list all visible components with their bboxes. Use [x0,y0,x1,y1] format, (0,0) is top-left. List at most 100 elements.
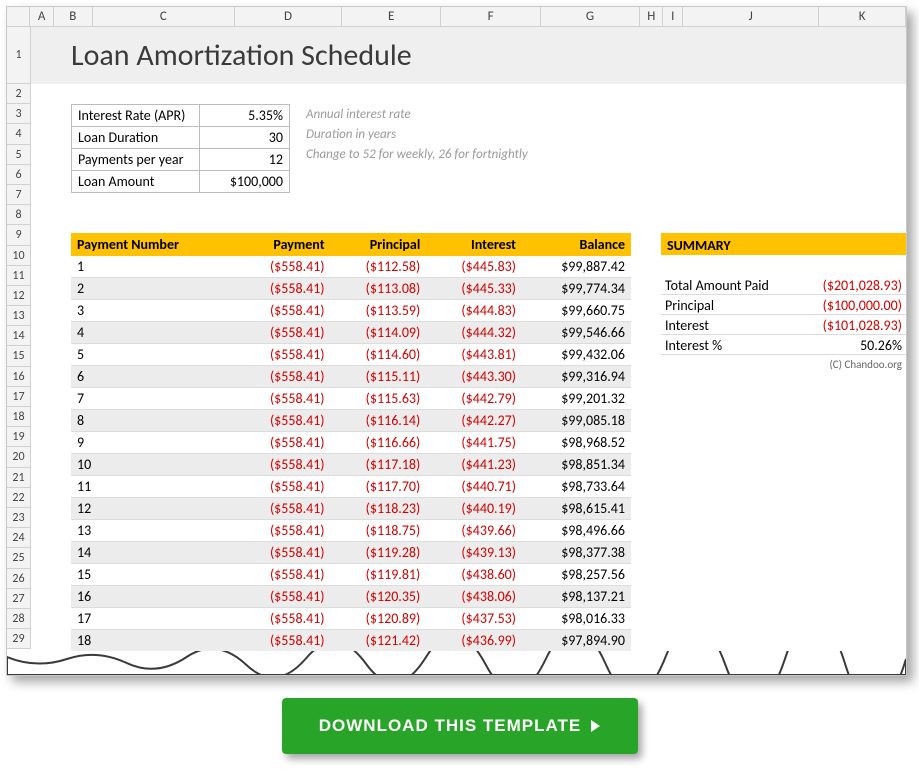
col-header-K[interactable]: K [819,7,906,26]
row-header-20[interactable]: 20 [7,447,30,467]
row-header-4[interactable]: 4 [7,124,30,144]
schedule-table: Payment NumberPaymentPrincipalInterestBa… [71,233,631,674]
row-header-1[interactable]: 1 [7,27,30,84]
table-row[interactable]: 3($558.41)($113.59)($444.83)$99,660.75 [71,300,631,322]
column-headers: ABCDEFGHIJK [7,7,906,27]
loan-inputs-notes: Annual interest rateDuration in yearsCha… [306,104,528,193]
input-note: Change to 52 for weekly, 26 for fortnigh… [306,145,528,165]
row-header-27[interactable]: 27 [7,589,30,609]
input-value[interactable]: 30 [200,127,290,149]
table-row[interactable]: 2($558.41)($113.08)($445.33)$99,774.34 [71,278,631,300]
table-row[interactable]: 18($558.41)($121.42)($436.99)$97,894.90 [71,630,631,652]
table-row[interactable]: 8($558.41)($116.14)($442.27)$99,085.18 [71,410,631,432]
col-header-J[interactable]: J [683,7,819,26]
row-header-5[interactable]: 5 [7,145,30,165]
table-row[interactable]: 12($558.41)($118.23)($440.19)$98,615.41 [71,498,631,520]
table-row[interactable]: 13($558.41)($118.75)($439.66)$98,496.66 [71,520,631,542]
sched-header-pay: Payment [235,233,331,256]
sched-header-bal: Balance [522,233,631,256]
table-row[interactable]: 17($558.41)($120.89)($437.53)$98,016.33 [71,608,631,630]
row-header-12[interactable]: 12 [7,286,30,306]
row-header-25[interactable]: 25 [7,548,30,568]
row-header-28[interactable]: 28 [7,609,30,629]
copyright: (C) Chandoo.org [661,355,906,371]
table-row[interactable]: 10($558.41)($117.18)($441.23)$98,851.34 [71,454,631,476]
row-header-8[interactable]: 8 [7,205,30,225]
row-header-18[interactable]: 18 [7,407,30,427]
row-header-6[interactable]: 6 [7,165,30,185]
table-row[interactable]: 14($558.41)($119.28)($439.13)$98,377.38 [71,542,631,564]
table-row[interactable]: 6($558.41)($115.11)($443.30)$99,316.94 [71,366,631,388]
summary-value: ($201,028.93) [823,277,902,292]
sched-header-prin: Principal [331,233,427,256]
summary-row: Total Amount Paid ($201,028.93) [661,275,906,295]
loan-inputs-table: Interest Rate (APR)5.35%Loan Duration30P… [71,104,290,193]
page-title: Loan Amortization Schedule [71,37,412,74]
schedule-table-wrap: Payment NumberPaymentPrincipalInterestBa… [71,233,631,674]
table-row[interactable]: 1($558.41)($112.58)($445.83)$99,887.42 [71,256,631,278]
row-header-10[interactable]: 10 [7,246,30,266]
input-label: Loan Duration [72,127,200,149]
summary-label: Interest [665,317,709,332]
table-row[interactable]: 5($558.41)($114.60)($443.81)$99,432.06 [71,344,631,366]
col-header-E[interactable]: E [342,7,441,26]
col-header-G[interactable]: G [541,7,640,26]
table-row[interactable]: 15($558.41)($119.81)($438.60)$98,257.56 [71,564,631,586]
row-header-19[interactable]: 19 [7,427,30,447]
table-row[interactable]: 9($558.41)($116.66)($441.75)$98,968.52 [71,432,631,454]
download-template-button[interactable]: DOWNLOAD THIS TEMPLATE [282,698,638,754]
chevron-right-icon [591,720,600,732]
row-header-29[interactable]: 29 [7,629,30,649]
row-header-9[interactable]: 9 [7,225,30,245]
row-header-7[interactable]: 7 [7,185,30,205]
input-value[interactable]: 12 [200,149,290,171]
row-headers: 1234567891011121314151617181920212223242… [7,27,31,649]
row-header-26[interactable]: 26 [7,569,30,589]
input-value[interactable]: 5.35% [200,105,290,127]
row-header-17[interactable]: 17 [7,387,30,407]
summary-label: Total Amount Paid [665,277,769,292]
summary-header: SUMMARY [661,233,906,255]
summary-value: ($101,028.93) [823,317,902,332]
summary-value: 50.26% [860,337,902,352]
summary-label: Interest % [665,337,722,352]
col-header-B[interactable]: B [54,7,93,26]
input-label: Interest Rate (APR) [72,105,200,127]
row-header-13[interactable]: 13 [7,306,30,326]
table-row[interactable]: 7($558.41)($115.63)($442.79)$99,201.32 [71,388,631,410]
title-band: Loan Amortization Schedule [31,27,906,84]
row-header-24[interactable]: 24 [7,528,30,548]
torn-edge [7,651,906,675]
summary-panel: SUMMARY Total Amount Paid ($201,028.93) Pr… [661,233,906,674]
summary-row: Principal ($100,000.00) [661,295,906,315]
input-label: Loan Amount [72,171,200,193]
input-note: Annual interest rate [306,105,528,125]
row-header-14[interactable]: 14 [7,326,30,346]
summary-value: ($100,000.00) [823,297,902,312]
row-header-21[interactable]: 21 [7,468,30,488]
row-header-16[interactable]: 16 [7,367,30,387]
row-header-23[interactable]: 23 [7,508,30,528]
col-header-C[interactable]: C [93,7,235,26]
col-header-I[interactable]: I [663,7,683,26]
summary-row: Interest ($101,028.93) [661,315,906,335]
spreadsheet-frame: ABCDEFGHIJK 1234567891011121314151617181… [6,6,907,676]
row-header-22[interactable]: 22 [7,488,30,508]
table-row[interactable]: 11($558.41)($117.70)($440.71)$98,733.64 [71,476,631,498]
summary-row: Interest % 50.26% [661,335,906,355]
summary-label: Principal [665,297,714,312]
input-note [306,165,528,185]
col-header-A[interactable]: A [30,7,53,26]
col-header-D[interactable]: D [235,7,342,26]
table-row[interactable]: 16($558.41)($120.35)($438.06)$98,137.21 [71,586,631,608]
row-header-3[interactable]: 3 [7,104,30,124]
row-header-11[interactable]: 11 [7,266,30,286]
download-label: DOWNLOAD THIS TEMPLATE [319,716,582,736]
row-header-15[interactable]: 15 [7,346,30,366]
table-row[interactable]: 4($558.41)($114.09)($444.32)$99,546.66 [71,322,631,344]
sheet-content: Loan Amortization Schedule Interest Rate… [31,27,906,674]
col-header-H[interactable]: H [640,7,663,26]
input-value[interactable]: $100,000 [200,171,290,193]
col-header-F[interactable]: F [441,7,540,26]
row-header-2[interactable]: 2 [7,84,30,104]
